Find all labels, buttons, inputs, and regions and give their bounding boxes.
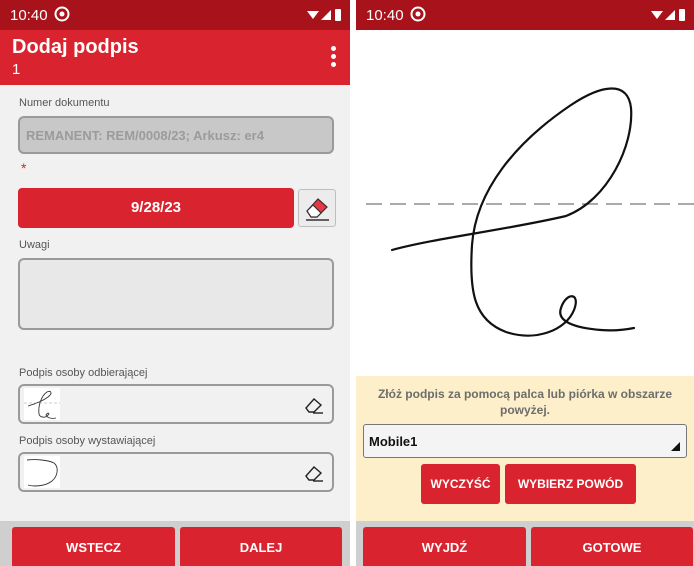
- bottom-bar: WYJDŹ GOTOWE: [356, 521, 694, 566]
- date-button[interactable]: 9/28/23: [18, 188, 294, 228]
- eraser-icon: [306, 198, 329, 221]
- issuer-signature-label: Podpis osoby wystawiającej: [19, 435, 156, 447]
- page-title: Dodaj podpis: [12, 36, 139, 58]
- required-marker: *: [21, 160, 27, 176]
- app-bar: Dodaj podpis 1: [0, 30, 350, 85]
- signal-battery-icon: [651, 9, 685, 21]
- notes-label: Uwagi: [19, 239, 50, 251]
- doc-number-label: Numer dokumentu: [19, 97, 110, 109]
- clear-date-button[interactable]: [298, 189, 336, 227]
- device-select[interactable]: Mobile1: [363, 424, 687, 458]
- signature-canvas[interactable]: [356, 30, 694, 376]
- clear-button[interactable]: WYCZYŚĆ: [421, 464, 500, 504]
- bottom-bar: WSTECZ DALEJ: [0, 521, 350, 566]
- choose-reason-button[interactable]: WYBIERZ POWÓD: [505, 464, 636, 504]
- issuer-signature-thumbnail: [24, 456, 60, 488]
- done-button[interactable]: GOTOWE: [531, 527, 693, 566]
- receiver-signature-thumbnail: [24, 388, 60, 420]
- sync-icon: [54, 6, 70, 22]
- signature-panel: Złóż podpis za pomocą palca lub piórka w…: [356, 376, 694, 521]
- signal-battery-icon: [307, 9, 341, 21]
- issuer-signature-field[interactable]: [18, 452, 334, 492]
- back-button[interactable]: WSTECZ: [12, 527, 175, 566]
- receiver-signature-field[interactable]: [18, 384, 334, 424]
- doc-number-field: REMANENT: REM/0008/23; Arkusz: er4: [18, 116, 334, 154]
- eraser-icon[interactable]: [304, 396, 324, 414]
- status-time: 10:40: [366, 7, 404, 24]
- add-signature-screen: 10:40 Dodaj podpis 1 Numer dokumentu REM…: [0, 0, 350, 566]
- status-time: 10:40: [10, 7, 48, 24]
- page-subtitle: 1: [12, 61, 21, 78]
- instruction-text: Złóż podpis za pomocą palca lub piórka w…: [377, 387, 673, 417]
- sync-icon: [410, 6, 426, 22]
- device-select-value: Mobile1: [369, 434, 418, 449]
- eraser-icon[interactable]: [304, 464, 324, 482]
- signature-pad-screen: 10:40 Złóż podpis za pomocą palca lub pi…: [356, 0, 694, 566]
- status-bar: 10:40: [356, 0, 694, 30]
- receiver-signature-label: Podpis osoby odbierającej: [19, 367, 148, 379]
- notes-field[interactable]: [18, 258, 334, 330]
- dropdown-arrow-icon: [671, 442, 680, 451]
- next-button[interactable]: DALEJ: [180, 527, 342, 566]
- status-bar: 10:40: [0, 0, 350, 30]
- exit-button[interactable]: WYJDŹ: [363, 527, 526, 566]
- signature-stroke: [390, 87, 636, 337]
- overflow-menu-icon[interactable]: [328, 46, 338, 70]
